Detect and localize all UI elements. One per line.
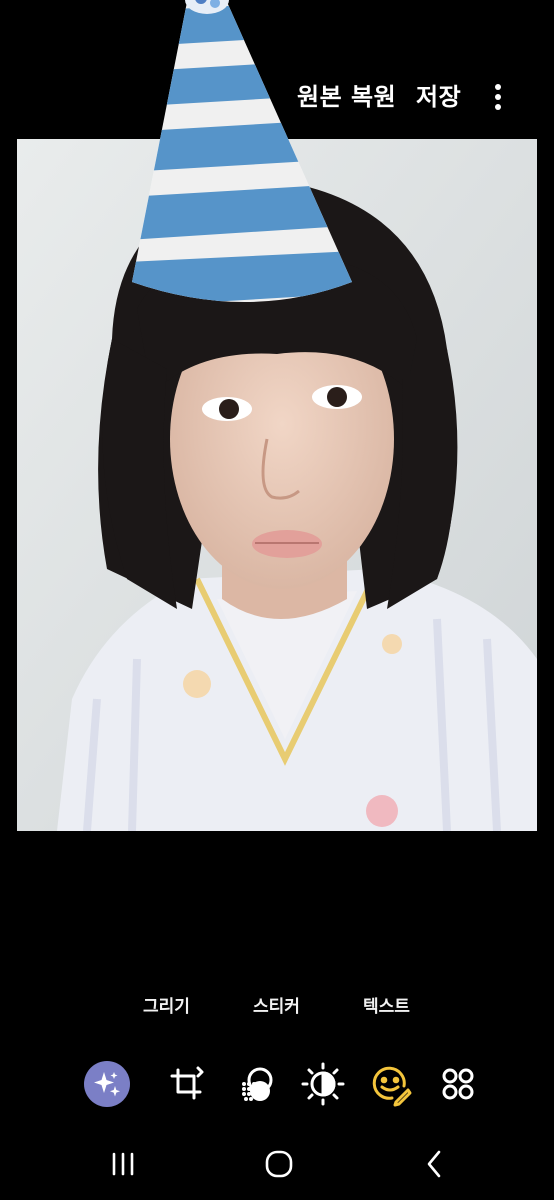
save-button[interactable]: 저장 [416, 82, 461, 112]
filter-icon[interactable] [232, 1060, 280, 1108]
brightness-icon[interactable] [299, 1060, 347, 1108]
crop-rotate-icon[interactable] [162, 1060, 210, 1108]
more-vertical-icon[interactable] [486, 80, 510, 114]
home-icon[interactable] [257, 1142, 301, 1186]
recent-apps-icon[interactable] [101, 1142, 145, 1186]
ai-edit-icon[interactable] [83, 1060, 131, 1108]
tab-sticker[interactable]: 스티커 [253, 994, 300, 1020]
tab-text[interactable]: 텍스트 [363, 994, 410, 1020]
party-hat-sticker[interactable] [127, 0, 377, 332]
decorate-subtabs: 그리기 스티커 텍스트 [0, 990, 554, 1026]
decorate-emoji-icon[interactable] [366, 1060, 414, 1108]
tab-draw[interactable]: 그리기 [143, 994, 190, 1020]
edit-toolbar [0, 1050, 554, 1120]
more-tools-icon[interactable] [434, 1060, 482, 1108]
back-icon[interactable] [412, 1142, 456, 1186]
system-nav-bar [0, 1128, 554, 1200]
